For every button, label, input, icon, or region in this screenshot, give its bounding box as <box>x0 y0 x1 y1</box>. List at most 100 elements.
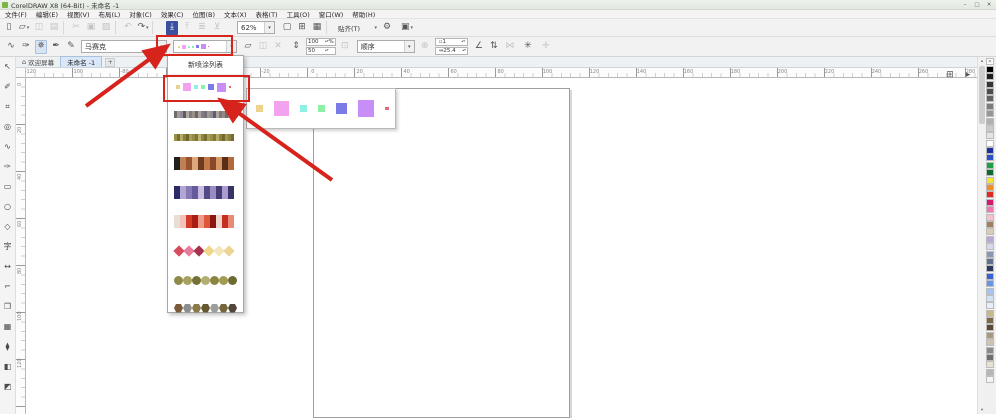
spraylist-pattern-gray-mosaic[interactable] <box>174 111 237 118</box>
color-swatch-35[interactable] <box>986 310 994 317</box>
dimension-tool[interactable]: ↔ <box>1 260 14 273</box>
color-swatch-44[interactable] <box>986 376 994 383</box>
color-swatch-16[interactable] <box>986 169 994 176</box>
brush-button[interactable]: ✑ <box>20 40 32 54</box>
color-swatch-22[interactable] <box>986 214 994 221</box>
maximize-button[interactable]: ▢ <box>972 2 982 8</box>
tab-welcome-screen[interactable]: ⌂ 欢迎屏幕 <box>16 57 60 67</box>
show-rulers-button[interactable]: ⊞ <box>296 21 308 35</box>
chevron-down-icon[interactable]: ▾ <box>264 22 274 33</box>
fullscreen-preview-button[interactable]: ▢ <box>281 21 293 35</box>
color-swatch-11[interactable] <box>986 132 994 139</box>
spray-order-combo[interactable]: 顺序 ▾ <box>357 40 415 53</box>
color-swatch-13[interactable] <box>986 147 994 154</box>
color-swatch-32[interactable] <box>986 288 994 295</box>
menu-item-10[interactable]: 工具(O) <box>287 9 310 19</box>
color-swatch-21[interactable] <box>986 206 994 213</box>
chevron-down-icon[interactable]: ▾ <box>404 41 414 52</box>
spray-category-combo[interactable]: 马赛克 ▾ <box>81 40 167 53</box>
new-spraylist-item[interactable]: 新喷涂列表 <box>168 56 243 75</box>
vertical-scrollbar[interactable]: ▴ ▾ <box>977 57 985 414</box>
spraylist-pattern-brown-hexagons[interactable] <box>174 302 237 314</box>
color-swatch-29[interactable] <box>986 265 994 272</box>
spray-size2-field[interactable]: 50 ▴▾ <box>306 47 336 55</box>
transparency-tool[interactable]: ▦ <box>1 320 14 333</box>
color-swatch-18[interactable] <box>986 184 994 191</box>
minimize-button[interactable]: – <box>960 2 970 8</box>
open-button[interactable]: ▱▾ <box>18 21 30 35</box>
freehand-tool[interactable]: ∿ <box>1 140 14 153</box>
pick-tool[interactable]: ↖ <box>1 60 14 73</box>
menu-item-5[interactable]: 对象(C) <box>129 9 152 19</box>
color-swatch-40[interactable] <box>986 347 994 354</box>
color-swatch-12[interactable] <box>986 140 994 147</box>
menu-item-8[interactable]: 文本(X) <box>224 9 247 19</box>
color-swatch-38[interactable] <box>986 332 994 339</box>
dabs-field[interactable]: ▫ 1 ▴▾ <box>435 38 468 46</box>
menu-item-12[interactable]: 帮助(H) <box>352 9 375 19</box>
no-color-swatch[interactable]: ✕ <box>986 58 994 65</box>
spinner-icon[interactable]: ▴▾ <box>461 40 465 43</box>
color-swatch-31[interactable] <box>986 280 994 287</box>
color-swatch-4[interactable] <box>986 81 994 88</box>
menu-item-7[interactable]: 位图(B) <box>192 9 215 19</box>
color-swatch-30[interactable] <box>986 273 994 280</box>
polygon-tool[interactable]: ◇ <box>1 220 14 233</box>
rotate-button[interactable]: ∠ <box>473 40 485 54</box>
color-swatch-3[interactable] <box>986 73 994 80</box>
color-swatch-8[interactable] <box>986 110 994 117</box>
menu-item-9[interactable]: 表格(T) <box>256 9 278 19</box>
close-button[interactable]: ✕ <box>984 2 994 8</box>
spray-size-field[interactable]: 100 ▴▾ % <box>306 38 336 46</box>
shape-tool[interactable]: ✐ <box>1 80 14 93</box>
eyedropper-tool[interactable]: ⧫ <box>1 340 14 353</box>
menu-item-4[interactable]: 布局(L) <box>99 9 121 19</box>
zoom-tool[interactable]: ◎ <box>1 120 14 133</box>
rectangle-tool[interactable]: ▭ <box>1 180 14 193</box>
color-swatch-37[interactable] <box>986 324 994 331</box>
show-grid-button[interactable]: ▦ <box>311 21 323 35</box>
color-swatch-27[interactable] <box>986 251 994 258</box>
color-swatch-28[interactable] <box>986 258 994 265</box>
spraylist-pattern-diamonds[interactable] <box>174 244 237 258</box>
spraylist-pattern-purple-squares[interactable] <box>174 186 237 199</box>
redo-button[interactable]: ↷▾ <box>137 21 149 35</box>
color-swatch-19[interactable] <box>986 191 994 198</box>
calligraphy-button[interactable]: ✒ <box>50 40 62 54</box>
tab-document[interactable]: 未命名 -1 <box>60 56 102 67</box>
spraylist-pattern-brown-squares[interactable] <box>174 157 237 170</box>
color-swatch-34[interactable] <box>986 302 994 309</box>
ellipse-tool[interactable]: ○ <box>1 200 14 213</box>
spraylist-pattern-olive-tiles[interactable] <box>174 134 237 141</box>
offset-button[interactable]: ⇅ <box>488 40 500 54</box>
spraylist-pattern-olive-circles[interactable] <box>174 274 237 286</box>
text-tool[interactable]: 字 <box>1 240 14 253</box>
color-swatch-36[interactable] <box>986 317 994 324</box>
menu-item-2[interactable]: 编辑(E) <box>36 9 58 19</box>
color-swatch-20[interactable] <box>986 199 994 206</box>
spraylist-pattern-red-squares[interactable] <box>174 215 237 228</box>
color-swatch-33[interactable] <box>986 295 994 302</box>
menu-item-6[interactable]: 效果(C) <box>161 9 184 19</box>
smart-fill-tool[interactable]: ◩ <box>1 380 14 393</box>
color-swatch-14[interactable] <box>986 154 994 161</box>
connector-tool[interactable]: ⌐ <box>1 280 14 293</box>
color-swatch-41[interactable] <box>986 354 994 361</box>
app-launcher-button[interactable]: ▣▾ <box>401 21 413 35</box>
color-swatch-10[interactable] <box>986 125 994 132</box>
sprayer-button[interactable]: ✵ <box>35 40 47 54</box>
color-swatch-17[interactable] <box>986 177 994 184</box>
color-swatch-5[interactable] <box>986 88 994 95</box>
color-swatch-2[interactable] <box>986 66 994 73</box>
color-swatch-25[interactable] <box>986 236 994 243</box>
preset-stroke-button[interactable]: ∿ <box>5 40 17 54</box>
browse-folder-button[interactable]: ▱ <box>242 40 254 54</box>
menu-item-1[interactable]: 文件(F) <box>5 9 27 19</box>
zoom-level-combo[interactable]: 62% ▾ <box>237 21 275 34</box>
pressure-pen-button[interactable]: ✎ <box>65 40 77 54</box>
menu-item-3[interactable]: 视图(V) <box>67 9 90 19</box>
new-document-button[interactable]: ▯ <box>3 21 15 35</box>
color-swatch-43[interactable] <box>986 369 994 376</box>
color-swatch-9[interactable] <box>986 118 994 125</box>
color-swatch-23[interactable] <box>986 221 994 228</box>
